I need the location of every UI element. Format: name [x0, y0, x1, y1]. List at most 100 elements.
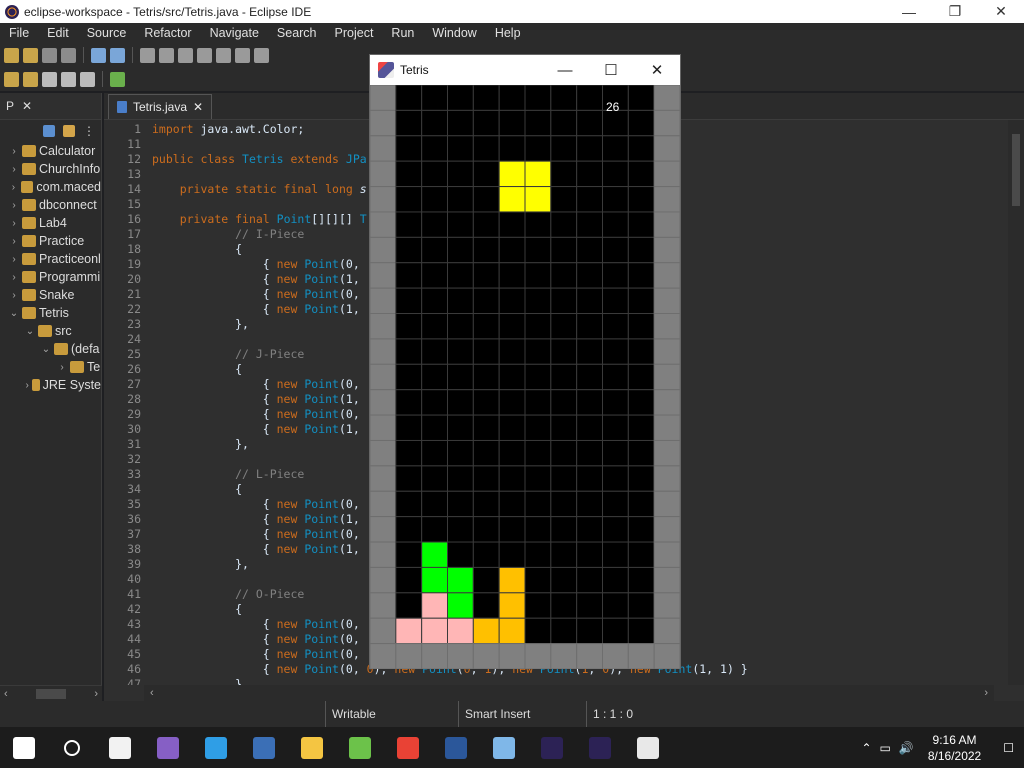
package-explorer-hscrollbar[interactable]: ‹ ›	[0, 685, 102, 701]
tree-item[interactable]: › Lab4	[0, 214, 101, 232]
code-line[interactable]: // L-Piece	[152, 467, 304, 481]
tree-item[interactable]: › com.maced	[0, 178, 101, 196]
close-button[interactable]: ✕	[978, 0, 1024, 23]
package-explorer-tab[interactable]: P ✕	[0, 99, 38, 113]
open-icon[interactable]	[23, 47, 38, 63]
visual-studio-icon[interactable]	[144, 727, 192, 768]
code-line[interactable]: }	[152, 677, 242, 685]
start-icon[interactable]	[0, 727, 48, 768]
scroll-left-icon[interactable]: ‹	[4, 688, 8, 700]
chevron-down-icon[interactable]: ⌄	[40, 344, 52, 355]
code-line[interactable]: {	[152, 482, 242, 496]
file-icon[interactable]	[96, 727, 144, 768]
code-line[interactable]: },	[152, 437, 249, 451]
new-icon[interactable]	[4, 47, 19, 63]
tetris-board[interactable]: 26	[370, 85, 680, 669]
chevron-down-icon[interactable]: ⌄	[8, 308, 20, 319]
close-button[interactable]: ✕	[634, 61, 680, 79]
chevron-right-icon[interactable]: ›	[8, 200, 20, 211]
chevron-right-icon[interactable]: ›	[24, 380, 30, 391]
editor-vscrollbar[interactable]	[1008, 120, 1024, 685]
chevron-right-icon[interactable]: ›	[8, 236, 20, 247]
editor-tab-tetris-java[interactable]: Tetris.java ✕	[108, 94, 213, 119]
chevron-right-icon[interactable]: ›	[8, 146, 20, 157]
menu-file[interactable]: File	[0, 26, 38, 40]
next-annotation-icon[interactable]	[4, 71, 19, 87]
save-all-icon[interactable]	[61, 47, 76, 63]
code-line[interactable]: import java.awt.Color;	[152, 122, 304, 136]
network-icon[interactable]: ▭	[880, 741, 891, 755]
java-icon[interactable]	[624, 727, 672, 768]
save-icon[interactable]	[42, 47, 57, 63]
terminal-icon[interactable]	[91, 47, 106, 63]
menu-refactor[interactable]: Refactor	[135, 26, 200, 40]
eclipse-icon-2[interactable]	[576, 727, 624, 768]
tree-item[interactable]: › dbconnect	[0, 196, 101, 214]
paint-icon[interactable]	[480, 727, 528, 768]
matlab-icon[interactable]	[240, 727, 288, 768]
tree-item[interactable]: › Practiceonl	[0, 250, 101, 268]
chevron-right-icon[interactable]: ›	[8, 290, 20, 301]
pin-editor-icon[interactable]	[110, 71, 125, 87]
chevron-right-icon[interactable]: ›	[8, 164, 20, 175]
code-line[interactable]: private static final long s	[152, 182, 367, 196]
search-icon[interactable]	[48, 727, 96, 768]
collapse-all-icon[interactable]	[43, 125, 55, 137]
tree-item[interactable]: › JRE Syste	[0, 376, 101, 394]
scroll-right-icon[interactable]: ›	[984, 687, 988, 699]
terminate-icon[interactable]	[178, 47, 193, 63]
menu-run[interactable]: Run	[382, 26, 423, 40]
link-editor-icon[interactable]	[63, 125, 75, 137]
menu-project[interactable]: Project	[326, 26, 383, 40]
menu-search[interactable]: Search	[268, 26, 326, 40]
tree-item[interactable]: › ChurchInfo	[0, 160, 101, 178]
minimize-button[interactable]: —	[886, 0, 932, 23]
volume-icon[interactable]: 🔊	[899, 741, 914, 755]
menu-help[interactable]: Help	[486, 26, 530, 40]
minimize-button[interactable]: —	[542, 62, 588, 79]
file-explorer-icon[interactable]	[288, 727, 336, 768]
editor-hscrollbar[interactable]: ‹ ›	[144, 685, 994, 701]
menu-edit[interactable]: Edit	[38, 26, 78, 40]
code-line[interactable]: {	[152, 362, 242, 376]
chevron-right-icon[interactable]: ›	[8, 272, 20, 283]
suspend-icon[interactable]	[159, 47, 174, 63]
code-line[interactable]: {	[152, 242, 242, 256]
word-icon[interactable]	[432, 727, 480, 768]
menu-navigate[interactable]: Navigate	[201, 26, 268, 40]
chevron-right-icon[interactable]: ›	[8, 254, 20, 265]
menu-source[interactable]: Source	[78, 26, 136, 40]
code-line[interactable]: // O-Piece	[152, 587, 304, 601]
tree-item[interactable]: › Programmi	[0, 268, 101, 286]
menu-window[interactable]: Window	[423, 26, 485, 40]
chrome-icon[interactable]	[384, 727, 432, 768]
scroll-right-icon[interactable]: ›	[94, 688, 98, 700]
chevron-right-icon[interactable]: ›	[56, 362, 68, 373]
resume-icon[interactable]	[140, 47, 155, 63]
tree-item[interactable]: › Practice	[0, 232, 101, 250]
back-icon[interactable]	[61, 71, 76, 87]
chevron-right-icon[interactable]: ›	[8, 218, 20, 229]
edge-icon[interactable]	[192, 727, 240, 768]
previous-annotation-icon[interactable]	[23, 71, 38, 87]
music-app-icon[interactable]	[336, 727, 384, 768]
step-return-icon[interactable]	[254, 47, 269, 63]
scrollbar-thumb[interactable]	[36, 688, 66, 699]
eclipse-icon[interactable]	[528, 727, 576, 768]
code-line[interactable]: },	[152, 317, 249, 331]
code-line[interactable]: },	[152, 557, 249, 571]
code-line[interactable]: {	[152, 602, 242, 616]
tree-item[interactable]: ⌄ (defa	[0, 340, 101, 358]
step-into-icon[interactable]	[216, 47, 231, 63]
code-line[interactable]: public class Tetris extends JPa	[152, 152, 367, 166]
tree-item[interactable]: ⌄ Tetris	[0, 304, 101, 322]
notifications-icon[interactable]: ☐	[1003, 741, 1014, 755]
tree-item[interactable]: › Snake	[0, 286, 101, 304]
code-line[interactable]: private final Point[][][] T	[152, 212, 367, 226]
close-icon[interactable]: ✕	[193, 100, 203, 114]
scroll-left-icon[interactable]: ‹	[150, 687, 154, 699]
step-over-icon[interactable]	[235, 47, 250, 63]
clock[interactable]: 9:16 AM 8/16/2022	[928, 732, 981, 764]
show-hidden-icons-icon[interactable]: ⌃	[861, 741, 871, 755]
code-line[interactable]: // J-Piece	[152, 347, 304, 361]
